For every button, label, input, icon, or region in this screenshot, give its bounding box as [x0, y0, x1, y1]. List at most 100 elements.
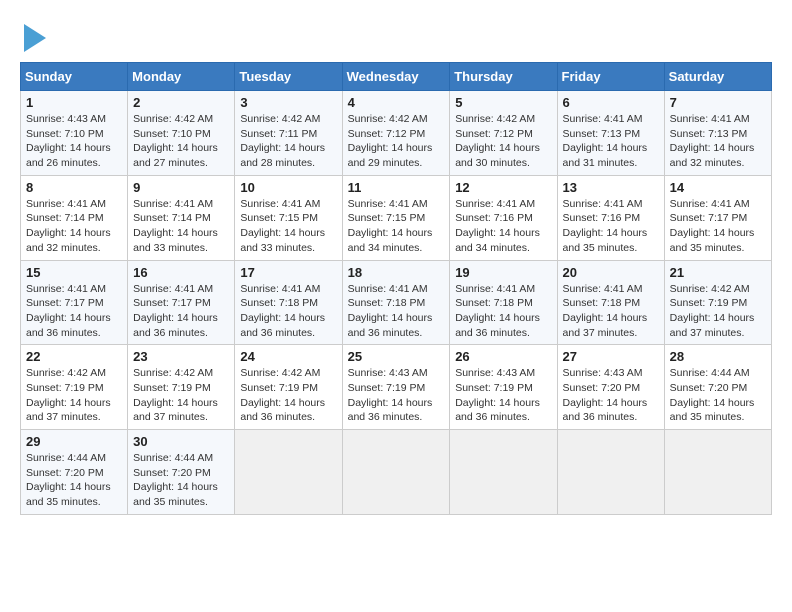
day-number: 13 — [563, 180, 659, 195]
daylight-label: Daylight: 14 hours and 37 minutes. — [133, 397, 218, 424]
day-number: 19 — [455, 265, 551, 280]
calendar-cell: 3 Sunrise: 4:42 AM Sunset: 7:11 PM Dayli… — [235, 91, 342, 176]
day-info: Sunrise: 4:41 AM Sunset: 7:17 PM Dayligh… — [26, 282, 122, 341]
logo-arrow-icon — [24, 24, 46, 52]
calendar-week-1: 1 Sunrise: 4:43 AM Sunset: 7:10 PM Dayli… — [21, 91, 772, 176]
day-number: 16 — [133, 265, 229, 280]
day-info: Sunrise: 4:42 AM Sunset: 7:10 PM Dayligh… — [133, 112, 229, 171]
daylight-label: Daylight: 14 hours and 36 minutes. — [240, 312, 325, 339]
sunset-label: Sunset: 7:20 PM — [563, 382, 641, 394]
sunrise-label: Sunrise: 4:41 AM — [348, 198, 428, 210]
day-number: 26 — [455, 349, 551, 364]
calendar-cell: 10 Sunrise: 4:41 AM Sunset: 7:15 PM Dayl… — [235, 175, 342, 260]
sunrise-label: Sunrise: 4:41 AM — [670, 113, 750, 125]
sunset-label: Sunset: 7:19 PM — [240, 382, 318, 394]
day-info: Sunrise: 4:41 AM Sunset: 7:15 PM Dayligh… — [348, 197, 445, 256]
calendar-cell: 9 Sunrise: 4:41 AM Sunset: 7:14 PM Dayli… — [128, 175, 235, 260]
calendar-cell — [450, 430, 557, 515]
sunset-label: Sunset: 7:16 PM — [563, 212, 641, 224]
day-info: Sunrise: 4:41 AM Sunset: 7:14 PM Dayligh… — [133, 197, 229, 256]
sunrise-label: Sunrise: 4:41 AM — [455, 283, 535, 295]
daylight-label: Daylight: 14 hours and 36 minutes. — [348, 397, 433, 424]
sunset-label: Sunset: 7:14 PM — [26, 212, 104, 224]
calendar-cell: 21 Sunrise: 4:42 AM Sunset: 7:19 PM Dayl… — [664, 260, 771, 345]
sunset-label: Sunset: 7:17 PM — [26, 297, 104, 309]
col-header-sunday: Sunday — [21, 63, 128, 91]
daylight-label: Daylight: 14 hours and 31 minutes. — [563, 142, 648, 169]
day-info: Sunrise: 4:41 AM Sunset: 7:15 PM Dayligh… — [240, 197, 336, 256]
header — [20, 20, 772, 52]
day-number: 11 — [348, 180, 445, 195]
daylight-label: Daylight: 14 hours and 30 minutes. — [455, 142, 540, 169]
col-header-monday: Monday — [128, 63, 235, 91]
day-number: 6 — [563, 95, 659, 110]
day-info: Sunrise: 4:41 AM Sunset: 7:18 PM Dayligh… — [455, 282, 551, 341]
day-number: 17 — [240, 265, 336, 280]
sunset-label: Sunset: 7:15 PM — [348, 212, 426, 224]
day-number: 28 — [670, 349, 766, 364]
day-info: Sunrise: 4:42 AM Sunset: 7:11 PM Dayligh… — [240, 112, 336, 171]
calendar-cell: 8 Sunrise: 4:41 AM Sunset: 7:14 PM Dayli… — [21, 175, 128, 260]
sunrise-label: Sunrise: 4:41 AM — [670, 198, 750, 210]
calendar-cell: 23 Sunrise: 4:42 AM Sunset: 7:19 PM Dayl… — [128, 345, 235, 430]
calendar-cell: 7 Sunrise: 4:41 AM Sunset: 7:13 PM Dayli… — [664, 91, 771, 176]
sunset-label: Sunset: 7:10 PM — [26, 128, 104, 140]
sunset-label: Sunset: 7:19 PM — [26, 382, 104, 394]
calendar-cell: 6 Sunrise: 4:41 AM Sunset: 7:13 PM Dayli… — [557, 91, 664, 176]
sunset-label: Sunset: 7:13 PM — [563, 128, 641, 140]
col-header-wednesday: Wednesday — [342, 63, 450, 91]
sunrise-label: Sunrise: 4:43 AM — [26, 113, 106, 125]
sunset-label: Sunset: 7:19 PM — [455, 382, 533, 394]
daylight-label: Daylight: 14 hours and 27 minutes. — [133, 142, 218, 169]
sunrise-label: Sunrise: 4:42 AM — [133, 367, 213, 379]
daylight-label: Daylight: 14 hours and 35 minutes. — [670, 227, 755, 254]
daylight-label: Daylight: 14 hours and 36 minutes. — [26, 312, 111, 339]
daylight-label: Daylight: 14 hours and 35 minutes. — [670, 397, 755, 424]
day-info: Sunrise: 4:42 AM Sunset: 7:19 PM Dayligh… — [670, 282, 766, 341]
day-info: Sunrise: 4:41 AM Sunset: 7:18 PM Dayligh… — [563, 282, 659, 341]
calendar-table: SundayMondayTuesdayWednesdayThursdayFrid… — [20, 62, 772, 515]
sunrise-label: Sunrise: 4:42 AM — [240, 367, 320, 379]
day-info: Sunrise: 4:43 AM Sunset: 7:19 PM Dayligh… — [348, 366, 445, 425]
day-number: 27 — [563, 349, 659, 364]
calendar-header-row: SundayMondayTuesdayWednesdayThursdayFrid… — [21, 63, 772, 91]
day-info: Sunrise: 4:44 AM Sunset: 7:20 PM Dayligh… — [670, 366, 766, 425]
col-header-thursday: Thursday — [450, 63, 557, 91]
sunrise-label: Sunrise: 4:41 AM — [240, 198, 320, 210]
day-info: Sunrise: 4:42 AM Sunset: 7:19 PM Dayligh… — [240, 366, 336, 425]
day-number: 3 — [240, 95, 336, 110]
sunrise-label: Sunrise: 4:42 AM — [133, 113, 213, 125]
sunset-label: Sunset: 7:16 PM — [455, 212, 533, 224]
calendar-cell: 12 Sunrise: 4:41 AM Sunset: 7:16 PM Dayl… — [450, 175, 557, 260]
day-info: Sunrise: 4:41 AM Sunset: 7:18 PM Dayligh… — [348, 282, 445, 341]
sunrise-label: Sunrise: 4:41 AM — [240, 283, 320, 295]
daylight-label: Daylight: 14 hours and 37 minutes. — [670, 312, 755, 339]
sunrise-label: Sunrise: 4:44 AM — [26, 452, 106, 464]
calendar-cell: 17 Sunrise: 4:41 AM Sunset: 7:18 PM Dayl… — [235, 260, 342, 345]
calendar-cell: 28 Sunrise: 4:44 AM Sunset: 7:20 PM Dayl… — [664, 345, 771, 430]
calendar-week-2: 8 Sunrise: 4:41 AM Sunset: 7:14 PM Dayli… — [21, 175, 772, 260]
sunset-label: Sunset: 7:18 PM — [240, 297, 318, 309]
day-number: 2 — [133, 95, 229, 110]
calendar-week-3: 15 Sunrise: 4:41 AM Sunset: 7:17 PM Dayl… — [21, 260, 772, 345]
daylight-label: Daylight: 14 hours and 26 minutes. — [26, 142, 111, 169]
day-number: 15 — [26, 265, 122, 280]
day-number: 29 — [26, 434, 122, 449]
day-info: Sunrise: 4:41 AM Sunset: 7:16 PM Dayligh… — [455, 197, 551, 256]
sunrise-label: Sunrise: 4:42 AM — [455, 113, 535, 125]
sunrise-label: Sunrise: 4:42 AM — [240, 113, 320, 125]
day-number: 9 — [133, 180, 229, 195]
day-number: 22 — [26, 349, 122, 364]
daylight-label: Daylight: 14 hours and 36 minutes. — [240, 397, 325, 424]
day-number: 23 — [133, 349, 229, 364]
sunrise-label: Sunrise: 4:41 AM — [26, 283, 106, 295]
col-header-tuesday: Tuesday — [235, 63, 342, 91]
sunset-label: Sunset: 7:10 PM — [133, 128, 211, 140]
day-info: Sunrise: 4:41 AM Sunset: 7:18 PM Dayligh… — [240, 282, 336, 341]
sunset-label: Sunset: 7:18 PM — [455, 297, 533, 309]
day-info: Sunrise: 4:43 AM Sunset: 7:10 PM Dayligh… — [26, 112, 122, 171]
sunrise-label: Sunrise: 4:41 AM — [26, 198, 106, 210]
calendar-cell: 13 Sunrise: 4:41 AM Sunset: 7:16 PM Dayl… — [557, 175, 664, 260]
calendar-cell: 2 Sunrise: 4:42 AM Sunset: 7:10 PM Dayli… — [128, 91, 235, 176]
day-number: 10 — [240, 180, 336, 195]
